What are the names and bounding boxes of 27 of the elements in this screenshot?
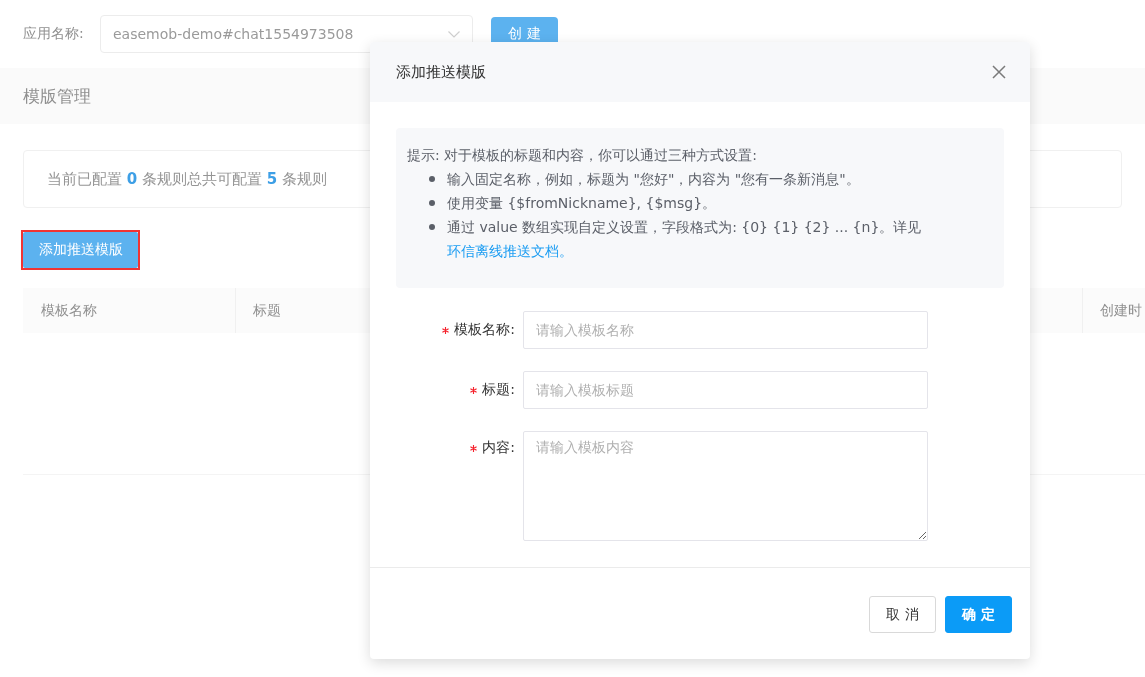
bullet-icon xyxy=(429,224,435,230)
tip-item: 输入固定名称，例如，标题为 "您好"，内容为 "您有一条新消息"。 xyxy=(447,170,860,189)
chevron-down-icon xyxy=(448,30,460,38)
cancel-button[interactable]: 取 消 xyxy=(869,596,936,633)
field-label: 内容: xyxy=(482,439,515,457)
column-header: 标题 xyxy=(253,301,281,320)
input-field[interactable]: 请输入模板标题 xyxy=(523,371,928,409)
tip-intro: 提示: 对于模板的标题和内容，你可以通过三种方式设置: xyxy=(407,146,758,165)
column-header: 创建时 xyxy=(1100,301,1142,320)
close-icon xyxy=(992,65,1006,79)
dialog-title: 添加推送模版 xyxy=(396,62,486,82)
add-template-button[interactable]: 添加推送模版 xyxy=(23,232,138,268)
close-button[interactable] xyxy=(992,65,1006,79)
textarea-field[interactable]: 请输入模板内容 xyxy=(523,431,928,541)
section-title: 模版管理 xyxy=(23,84,91,108)
field-label: 标题: xyxy=(482,381,515,399)
docs-link[interactable]: 环信离线推送文档。 xyxy=(447,243,573,259)
column-header: 模板名称 xyxy=(41,301,97,320)
bullet-icon xyxy=(429,200,435,206)
bullet-icon xyxy=(429,176,435,182)
tip-item: 通过 value 数组实现自定义设置，字段格式为: {0} {1} {2} ... {n}。详见 环信离线推送文档。 xyxy=(447,218,923,261)
tip-item: 使用变量 {$fromNickname}, {$msg}。 xyxy=(447,194,717,213)
field-label: 模板名称: xyxy=(454,321,515,339)
confirm-button[interactable]: 确 定 xyxy=(945,596,1012,633)
input-field[interactable]: 请输入模板名称 xyxy=(523,311,928,349)
summary-text: 当前已配置 0 条规则总共可配置 5 条规则 xyxy=(47,169,327,189)
app-name-label: 应用名称: xyxy=(23,25,85,43)
